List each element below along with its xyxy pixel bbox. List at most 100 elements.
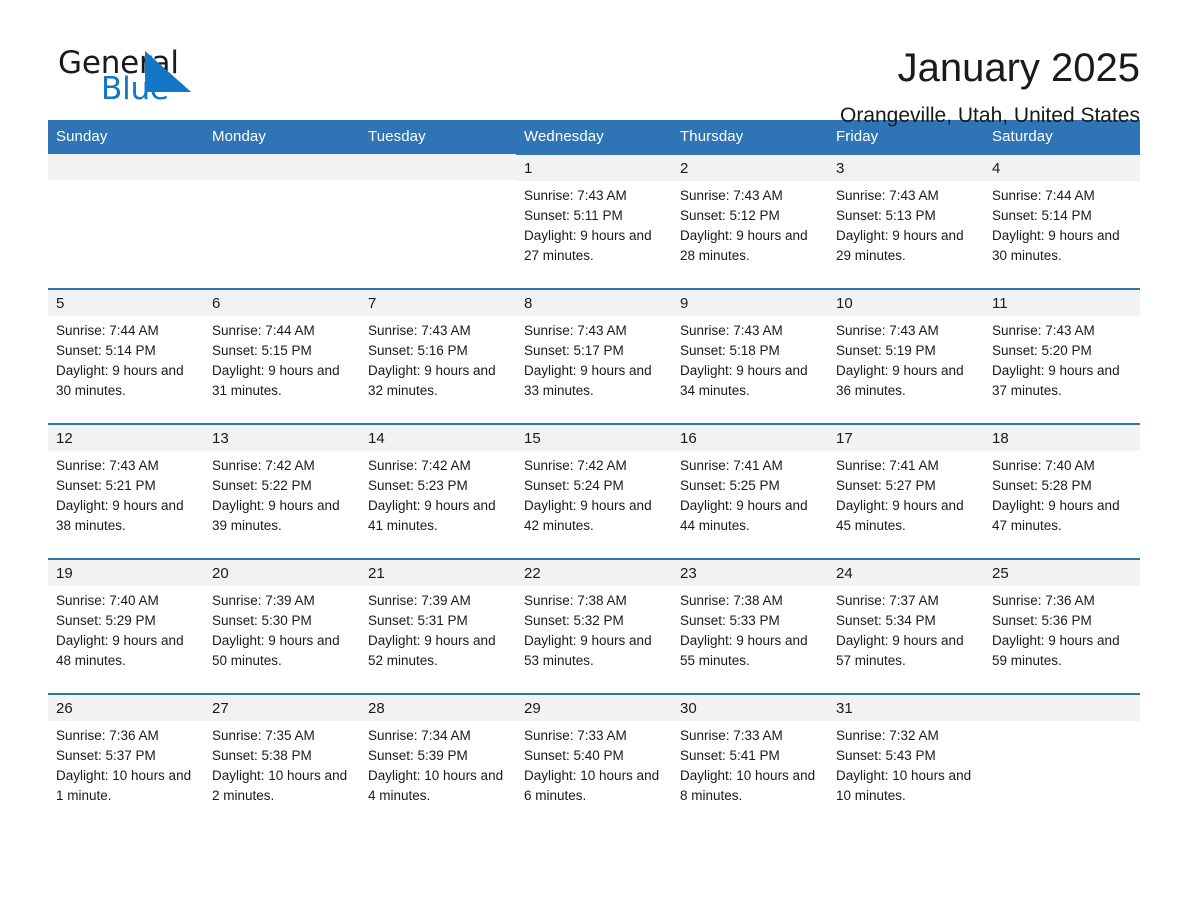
calendar-cell-day-27[interactable]: 27 Sunrise: 7:35 AM Sunset: 5:38 PM Dayligh… <box>204 693 360 828</box>
calendar-cell-day-17[interactable]: 17 Sunrise: 7:41 AM Sunset: 5:27 PM Dayligh… <box>828 423 984 559</box>
calendar-cell-day-9[interactable]: 9 Sunrise: 7:43 AM Sunset: 5:18 PM Daylight… <box>672 288 828 424</box>
day-details: Sunrise: 7:38 AM Sunset: 5:32 PM Daylight:… <box>516 586 672 671</box>
day-details: Sunrise: 7:39 AM Sunset: 5:30 PM Daylight:… <box>204 586 360 671</box>
calendar-cell-inner: 23 Sunrise: 7:38 AM Sunset: 5:33 PM Dayligh… <box>672 560 828 693</box>
sunset-text: Sunset: 5:23 PM <box>368 478 468 493</box>
day-details: Sunrise: 7:42 AM Sunset: 5:23 PM Daylight:… <box>360 451 516 536</box>
calendar-cell-day-24[interactable]: 24 Sunrise: 7:37 AM Sunset: 5:34 PM Dayligh… <box>828 558 984 694</box>
sunrise-text: Sunrise: 7:43 AM <box>524 188 627 203</box>
daylight-text: Daylight: 9 hours and 57 minutes. <box>836 633 964 668</box>
daylight-text: Daylight: 9 hours and 39 minutes. <box>212 498 340 533</box>
daylight-text: Daylight: 9 hours and 30 minutes. <box>992 228 1120 263</box>
sunset-text: Sunset: 5:18 PM <box>680 343 780 358</box>
daylight-text: Daylight: 9 hours and 50 minutes. <box>212 633 340 668</box>
calendar-table: Sunday Monday Tuesday Wednesday Thursday Frid… <box>48 120 1140 828</box>
sunrise-text: Sunrise: 7:43 AM <box>836 323 939 338</box>
calendar-cell-inner: 8 Sunrise: 7:43 AM Sunset: 5:17 PM Daylight… <box>516 290 672 423</box>
sunrise-text: Sunrise: 7:43 AM <box>368 323 471 338</box>
day-details: Sunrise: 7:44 AM Sunset: 5:14 PM Daylight:… <box>984 181 1140 266</box>
day-details: Sunrise: 7:34 AM Sunset: 5:39 PM Daylight:… <box>360 721 516 806</box>
daylight-text: Daylight: 9 hours and 29 minutes. <box>836 228 964 263</box>
calendar-cell-day-31[interactable]: 31 Sunrise: 7:32 AM Sunset: 5:43 PM Dayligh… <box>828 693 984 828</box>
daylight-text: Daylight: 9 hours and 55 minutes. <box>680 633 808 668</box>
day-details: Sunrise: 7:43 AM Sunset: 5:12 PM Daylight:… <box>672 181 828 266</box>
sunset-text: Sunset: 5:32 PM <box>524 613 624 628</box>
calendar-cell-inner: 25 Sunrise: 7:36 AM Sunset: 5:36 PM Dayligh… <box>984 560 1140 693</box>
daylight-text: Daylight: 9 hours and 52 minutes. <box>368 633 496 668</box>
calendar-cell-inner: 22 Sunrise: 7:38 AM Sunset: 5:32 PM Dayligh… <box>516 560 672 693</box>
page-title: January 2025 <box>897 46 1140 90</box>
calendar-cell-day-6[interactable]: 6 Sunrise: 7:44 AM Sunset: 5:15 PM Daylight… <box>204 288 360 424</box>
calendar-week-row: 5 Sunrise: 7:44 AM Sunset: 5:14 PM Daylight… <box>48 288 1140 424</box>
day-details: Sunrise: 7:43 AM Sunset: 5:20 PM Daylight:… <box>984 316 1140 401</box>
calendar-cell-day-23[interactable]: 23 Sunrise: 7:38 AM Sunset: 5:33 PM Dayligh… <box>672 558 828 694</box>
calendar-cell-day-30[interactable]: 30 Sunrise: 7:33 AM Sunset: 5:41 PM Dayligh… <box>672 693 828 828</box>
calendar-cell-inner: 29 Sunrise: 7:33 AM Sunset: 5:40 PM Dayligh… <box>516 695 672 828</box>
sunset-text: Sunset: 5:14 PM <box>56 343 156 358</box>
calendar-cell-inner: 31 Sunrise: 7:32 AM Sunset: 5:43 PM Dayligh… <box>828 695 984 828</box>
sunrise-text: Sunrise: 7:34 AM <box>368 728 471 743</box>
day-details <box>204 180 360 185</box>
sunset-text: Sunset: 5:36 PM <box>992 613 1092 628</box>
day-details: Sunrise: 7:33 AM Sunset: 5:40 PM Daylight:… <box>516 721 672 806</box>
calendar-cell-day-25[interactable]: 25 Sunrise: 7:36 AM Sunset: 5:36 PM Dayligh… <box>984 558 1140 694</box>
daylight-text: Daylight: 9 hours and 30 minutes. <box>56 363 184 398</box>
daylight-text: Daylight: 9 hours and 45 minutes. <box>836 498 964 533</box>
day-details: Sunrise: 7:43 AM Sunset: 5:18 PM Daylight:… <box>672 316 828 401</box>
sunrise-text: Sunrise: 7:33 AM <box>680 728 783 743</box>
calendar-cell-day-1[interactable]: 1 Sunrise: 7:43 AM Sunset: 5:11 PM Daylight… <box>516 153 672 289</box>
day-details: Sunrise: 7:40 AM Sunset: 5:29 PM Daylight:… <box>48 586 204 671</box>
calendar-cell-day-20[interactable]: 20 Sunrise: 7:39 AM Sunset: 5:30 PM Dayligh… <box>204 558 360 694</box>
calendar-cell-day-7[interactable]: 7 Sunrise: 7:43 AM Sunset: 5:16 PM Daylight… <box>360 288 516 424</box>
calendar-cell-day-13[interactable]: 13 Sunrise: 7:42 AM Sunset: 5:22 PM Dayligh… <box>204 423 360 559</box>
calendar-week-row: 12 Sunrise: 7:43 AM Sunset: 5:21 PM Dayligh… <box>48 423 1140 559</box>
calendar-cell-day-3[interactable]: 3 Sunrise: 7:43 AM Sunset: 5:13 PM Daylight… <box>828 153 984 289</box>
calendar-cell-day-29[interactable]: 29 Sunrise: 7:33 AM Sunset: 5:40 PM Dayligh… <box>516 693 672 828</box>
sunrise-text: Sunrise: 7:42 AM <box>212 458 315 473</box>
calendar-cell-day-28[interactable]: 28 Sunrise: 7:34 AM Sunset: 5:39 PM Dayligh… <box>360 693 516 828</box>
calendar-cell-day-22[interactable]: 22 Sunrise: 7:38 AM Sunset: 5:32 PM Dayligh… <box>516 558 672 694</box>
daylight-text: Daylight: 9 hours and 41 minutes. <box>368 498 496 533</box>
daylight-text: Daylight: 9 hours and 27 minutes. <box>524 228 652 263</box>
sunrise-text: Sunrise: 7:42 AM <box>524 458 627 473</box>
calendar-cell-day-18[interactable]: 18 Sunrise: 7:40 AM Sunset: 5:28 PM Dayligh… <box>984 423 1140 559</box>
calendar-cell-day-16[interactable]: 16 Sunrise: 7:41 AM Sunset: 5:25 PM Dayligh… <box>672 423 828 559</box>
calendar-cell-day-2[interactable]: 2 Sunrise: 7:43 AM Sunset: 5:12 PM Daylight… <box>672 153 828 289</box>
day-details: Sunrise: 7:36 AM Sunset: 5:37 PM Daylight:… <box>48 721 204 806</box>
generalblue-logo[interactable]: General Blue <box>48 44 208 110</box>
calendar-cell-day-5[interactable]: 5 Sunrise: 7:44 AM Sunset: 5:14 PM Daylight… <box>48 288 204 424</box>
calendar-cell-day-21[interactable]: 21 Sunrise: 7:39 AM Sunset: 5:31 PM Dayligh… <box>360 558 516 694</box>
calendar-cell-day-10[interactable]: 10 Sunrise: 7:43 AM Sunset: 5:19 PM Dayligh… <box>828 288 984 424</box>
sunset-text: Sunset: 5:22 PM <box>212 478 312 493</box>
sunrise-text: Sunrise: 7:36 AM <box>56 728 159 743</box>
calendar-cell-inner: 20 Sunrise: 7:39 AM Sunset: 5:30 PM Dayligh… <box>204 560 360 693</box>
day-details: Sunrise: 7:43 AM Sunset: 5:13 PM Daylight:… <box>828 181 984 266</box>
sunset-text: Sunset: 5:30 PM <box>212 613 312 628</box>
calendar-cell-inner: 18 Sunrise: 7:40 AM Sunset: 5:28 PM Dayligh… <box>984 425 1140 558</box>
calendar-cell-inner <box>360 154 516 287</box>
sunset-text: Sunset: 5:37 PM <box>56 748 156 763</box>
day-number: 28 <box>360 695 516 721</box>
calendar-cell-day-19[interactable]: 19 Sunrise: 7:40 AM Sunset: 5:29 PM Dayligh… <box>48 558 204 694</box>
sunset-text: Sunset: 5:38 PM <box>212 748 312 763</box>
calendar-cell-day-12[interactable]: 12 Sunrise: 7:43 AM Sunset: 5:21 PM Dayligh… <box>48 423 204 559</box>
sunset-text: Sunset: 5:33 PM <box>680 613 780 628</box>
day-number: 3 <box>828 155 984 181</box>
calendar-cell-inner: 7 Sunrise: 7:43 AM Sunset: 5:16 PM Daylight… <box>360 290 516 423</box>
calendar-cell-day-14[interactable]: 14 Sunrise: 7:42 AM Sunset: 5:23 PM Dayligh… <box>360 423 516 559</box>
calendar-cell-inner: 13 Sunrise: 7:42 AM Sunset: 5:22 PM Dayligh… <box>204 425 360 558</box>
calendar-cell-day-26[interactable]: 26 Sunrise: 7:36 AM Sunset: 5:37 PM Dayligh… <box>48 693 204 828</box>
calendar-cell-day-11[interactable]: 11 Sunrise: 7:43 AM Sunset: 5:20 PM Dayligh… <box>984 288 1140 424</box>
day-details: Sunrise: 7:42 AM Sunset: 5:22 PM Daylight:… <box>204 451 360 536</box>
calendar-cell-day-4[interactable]: 4 Sunrise: 7:44 AM Sunset: 5:14 PM Daylight… <box>984 153 1140 289</box>
sunrise-text: Sunrise: 7:43 AM <box>836 188 939 203</box>
day-details: Sunrise: 7:43 AM Sunset: 5:17 PM Daylight:… <box>516 316 672 401</box>
calendar-cell-day-8[interactable]: 8 Sunrise: 7:43 AM Sunset: 5:17 PM Daylight… <box>516 288 672 424</box>
calendar-cell-inner: 15 Sunrise: 7:42 AM Sunset: 5:24 PM Dayligh… <box>516 425 672 558</box>
calendar-cell-inner: 30 Sunrise: 7:33 AM Sunset: 5:41 PM Dayligh… <box>672 695 828 828</box>
calendar-body: 1 Sunrise: 7:43 AM Sunset: 5:11 PM Daylight… <box>48 153 1140 828</box>
calendar-cell-inner: 2 Sunrise: 7:43 AM Sunset: 5:12 PM Daylight… <box>672 155 828 288</box>
sunrise-text: Sunrise: 7:39 AM <box>368 593 471 608</box>
day-number: 17 <box>828 425 984 451</box>
calendar-cell-day-15[interactable]: 15 Sunrise: 7:42 AM Sunset: 5:24 PM Dayligh… <box>516 423 672 559</box>
